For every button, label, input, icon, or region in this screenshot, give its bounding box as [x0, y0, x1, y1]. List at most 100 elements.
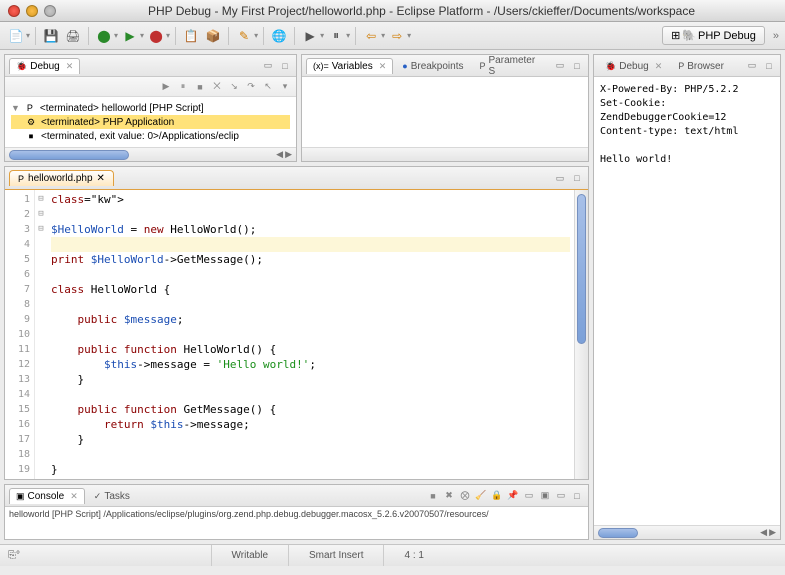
dropdown-icon[interactable]: ▾ — [114, 31, 118, 40]
editor-body[interactable]: 12345678910111213141516171819 ⊟⊟⊟ class=… — [5, 189, 588, 479]
tab-label: helloworld.php — [28, 173, 93, 184]
scrollbar-horizontal[interactable]: ◀▶ — [594, 525, 780, 539]
scrollbar-horizontal[interactable]: ◀▶ — [5, 147, 296, 161]
back-button[interactable]: ⇦ — [361, 26, 381, 46]
new-button[interactable]: 📄 — [6, 26, 26, 46]
workarea: 🐞 Debug ✕ ▭ □ ▶ ⏸ ■ ⨉ ↘ ↷ ↖ — [0, 50, 785, 544]
separator — [35, 27, 36, 45]
menu-icon[interactable]: ▾ — [278, 80, 292, 94]
resume-button[interactable]: ▶ — [300, 26, 320, 46]
forward-button[interactable]: ⇨ — [387, 26, 407, 46]
tab-debug[interactable]: 🐞 Debug ✕ — [9, 58, 80, 74]
step-return-icon[interactable]: ↖ — [261, 80, 275, 94]
dropdown-icon[interactable]: ▾ — [26, 31, 30, 40]
overflow-icon[interactable]: » — [773, 30, 779, 42]
scrollbar-vertical[interactable] — [574, 190, 588, 479]
tree-row[interactable]: ⚙ <terminated> PHP Application — [11, 115, 290, 129]
close-icon[interactable]: ✕ — [66, 61, 74, 72]
external-button[interactable]: ⬤ — [146, 26, 166, 46]
remove-icon[interactable]: ✖ — [442, 489, 456, 503]
terminated-icon: ⏹ — [25, 130, 37, 142]
pane-footer — [302, 147, 588, 161]
debug-tree[interactable]: ▼ P <terminated> helloworld [PHP Script]… — [5, 97, 296, 147]
tree-row[interactable]: ▼ P <terminated> helloworld [PHP Script] — [11, 101, 290, 115]
remove-all-icon[interactable]: ⨂ — [458, 489, 472, 503]
dropdown-icon[interactable]: ▾ — [320, 31, 324, 40]
open-type-button[interactable]: 📦 — [203, 26, 223, 46]
disclosure-icon[interactable]: ▼ — [11, 103, 20, 113]
suspend-icon[interactable]: ⏸ — [176, 80, 190, 94]
maximize-icon[interactable] — [44, 5, 56, 17]
tab-browser[interactable]: P Browser — [671, 58, 731, 74]
maximize-pane-icon[interactable]: □ — [570, 171, 584, 185]
minimize-pane-icon[interactable]: ▭ — [553, 171, 567, 185]
minimize-pane-icon[interactable]: ▭ — [554, 489, 568, 503]
debug-button[interactable]: ⬤ — [94, 26, 114, 46]
fold-column[interactable]: ⊟⊟⊟ — [35, 190, 47, 479]
dropdown-icon[interactable]: ▾ — [381, 31, 385, 40]
code-area[interactable]: class="kw">$HelloWorld = new HelloWorld(… — [47, 190, 574, 479]
editor-tab[interactable]: P helloworld.php ✕ — [9, 170, 114, 186]
minimize-icon[interactable] — [26, 5, 38, 17]
scroll-left-icon[interactable]: ◀ — [760, 527, 767, 538]
dropdown-icon[interactable]: ▾ — [166, 31, 170, 40]
separator — [88, 27, 89, 45]
resume-icon[interactable]: ▶ — [159, 80, 173, 94]
close-icon[interactable]: ✕ — [70, 491, 78, 502]
maximize-pane-icon[interactable]: □ — [570, 489, 584, 503]
maximize-pane-icon[interactable]: □ — [570, 59, 584, 73]
open-console-icon[interactable]: ▣ — [538, 489, 552, 503]
console-output[interactable]: helloworld [PHP Script] /Applications/ec… — [5, 507, 588, 539]
browser-button[interactable]: 🌐 — [269, 26, 289, 46]
clear-icon[interactable]: 🧹 — [474, 489, 488, 503]
dropdown-icon[interactable]: ▾ — [140, 31, 144, 40]
close-icon[interactable]: ✕ — [655, 61, 663, 72]
scroll-right-icon[interactable]: ▶ — [769, 527, 776, 538]
tab-parameters[interactable]: P Parameter S — [473, 52, 552, 79]
disconnect-icon[interactable]: ⨉ — [210, 80, 224, 94]
tab-variables[interactable]: (x)= Variables ✕ — [306, 58, 393, 74]
pin-icon[interactable]: 📌 — [506, 489, 520, 503]
scrollbar-thumb[interactable] — [577, 194, 586, 344]
suspend-button[interactable]: ⏸ — [326, 26, 346, 46]
close-icon[interactable] — [8, 5, 20, 17]
print-button[interactable]: 🖨 — [63, 26, 83, 46]
debug-view: 🐞 Debug ✕ ▭ □ ▶ ⏸ ■ ⨉ ↘ ↷ ↖ — [4, 54, 297, 162]
perspective-open-icon[interactable]: ⊞ — [671, 29, 680, 42]
dropdown-icon[interactable]: ▾ — [346, 31, 350, 40]
scrollbar-thumb[interactable] — [9, 150, 129, 160]
perspective-bar[interactable]: ⊞ 🐘 PHP Debug — [662, 26, 765, 45]
scrollbar-thumb[interactable] — [598, 528, 638, 538]
close-icon[interactable]: ✕ — [379, 61, 387, 72]
dropdown-icon[interactable]: ▾ — [407, 31, 411, 40]
tab-tasks[interactable]: ✓ Tasks — [87, 488, 137, 504]
scroll-lock-icon[interactable]: 🔒 — [490, 489, 504, 503]
console-view: ▣ Console ✕ ✓ Tasks ■ ✖ ⨂ 🧹 🔒 📌 ▭ ▣ — [4, 484, 589, 540]
terminate-icon[interactable]: ■ — [193, 80, 207, 94]
tab-label: Variables — [332, 61, 373, 72]
minimize-pane-icon[interactable]: ▭ — [553, 59, 567, 73]
scroll-left-icon[interactable]: ◀ — [276, 149, 283, 160]
step-over-icon[interactable]: ↷ — [244, 80, 258, 94]
terminate-icon[interactable]: ■ — [426, 489, 440, 503]
dropdown-icon[interactable]: ▾ — [254, 31, 258, 40]
step-into-icon[interactable]: ↘ — [227, 80, 241, 94]
tree-row[interactable]: ⏹ <terminated, exit value: 0>/Applicatio… — [11, 129, 290, 143]
tab-breakpoints[interactable]: ● Breakpoints — [395, 58, 470, 74]
minimize-pane-icon[interactable]: ▭ — [261, 59, 275, 73]
tab-label: Parameter S — [489, 55, 544, 77]
run-button[interactable]: ▶ — [120, 26, 140, 46]
search-button[interactable]: ✎ — [234, 26, 254, 46]
organize-button[interactable]: 📋 — [181, 26, 201, 46]
minimize-pane-icon[interactable]: ▭ — [745, 59, 759, 73]
display-icon[interactable]: ▭ — [522, 489, 536, 503]
tab-debug-output[interactable]: 🐞 Debug ✕ — [598, 58, 669, 74]
scroll-right-icon[interactable]: ▶ — [285, 149, 292, 160]
save-button[interactable]: 💾 — [41, 26, 61, 46]
close-icon[interactable]: ✕ — [97, 173, 105, 184]
tab-console[interactable]: ▣ Console ✕ — [9, 488, 85, 504]
statusbar: ⎘° Writable Smart Insert 4 : 1 — [0, 544, 785, 566]
maximize-pane-icon[interactable]: □ — [278, 59, 292, 73]
tasks-icon: ✓ — [94, 491, 102, 502]
maximize-pane-icon[interactable]: □ — [762, 59, 776, 73]
